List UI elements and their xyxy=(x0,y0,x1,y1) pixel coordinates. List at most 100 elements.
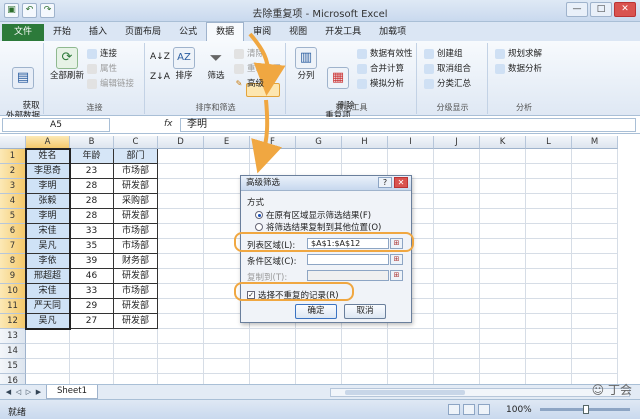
cell-j12[interactable] xyxy=(434,314,480,329)
cell-a5[interactable]: 李明 xyxy=(26,209,70,224)
cell-i15[interactable] xyxy=(388,359,434,374)
cell-a1[interactable]: 姓名 xyxy=(26,149,70,164)
ungroup-button[interactable]: 取消组合 xyxy=(424,63,471,75)
cell-i16[interactable] xyxy=(388,374,434,384)
cell-c16[interactable] xyxy=(114,374,158,384)
cell-f14[interactable] xyxy=(250,344,296,359)
formula-input[interactable]: 李明 xyxy=(180,118,636,132)
page-layout-view-icon[interactable] xyxy=(463,404,475,415)
cell-c8[interactable]: 财务部 xyxy=(114,254,158,269)
cell-m9[interactable] xyxy=(572,269,618,284)
row-header-13[interactable]: 13 xyxy=(0,329,26,344)
column-header-h[interactable]: H xyxy=(342,136,388,149)
cell-f1[interactable] xyxy=(250,149,296,164)
cell-i13[interactable] xyxy=(388,329,434,344)
tab-home[interactable]: 开始 xyxy=(44,24,80,41)
column-header-l[interactable]: L xyxy=(526,136,572,149)
prev-sheet-icon[interactable]: ◁ xyxy=(14,387,23,397)
row-header-2[interactable]: 2 xyxy=(0,164,26,179)
cell-a7[interactable]: 吴凡 xyxy=(26,239,70,254)
cell-l9[interactable] xyxy=(526,269,572,284)
cell-j10[interactable] xyxy=(434,284,480,299)
ok-button[interactable]: 确定 xyxy=(295,304,337,319)
first-sheet-icon[interactable]: ◀ xyxy=(4,387,13,397)
cell-m3[interactable] xyxy=(572,179,618,194)
cell-l11[interactable] xyxy=(526,299,572,314)
cell-d4[interactable] xyxy=(158,194,204,209)
cell-e15[interactable] xyxy=(204,359,250,374)
row-header-16[interactable]: 16 xyxy=(0,374,26,384)
cell-a11[interactable]: 严天同 xyxy=(26,299,70,314)
copy-to-picker-icon[interactable]: ⊞ xyxy=(390,270,403,281)
cell-m12[interactable] xyxy=(572,314,618,329)
cell-f13[interactable] xyxy=(250,329,296,344)
cell-m4[interactable] xyxy=(572,194,618,209)
cell-i1[interactable] xyxy=(388,149,434,164)
column-header-b[interactable]: B xyxy=(70,136,114,149)
row-header-8[interactable]: 8 xyxy=(0,254,26,269)
checkbox-checked-icon[interactable]: ✓ xyxy=(247,291,255,299)
maximize-button[interactable]: □ xyxy=(590,2,612,17)
cell-d8[interactable] xyxy=(158,254,204,269)
cell-j2[interactable] xyxy=(434,164,480,179)
cell-a15[interactable] xyxy=(26,359,70,374)
cell-b3[interactable]: 28 xyxy=(70,179,114,194)
cell-c11[interactable]: 研发部 xyxy=(114,299,158,314)
cell-h16[interactable] xyxy=(342,374,388,384)
cell-d2[interactable] xyxy=(158,164,204,179)
cell-d1[interactable] xyxy=(158,149,204,164)
subtotal-button[interactable]: 分类汇总 xyxy=(424,78,471,90)
cell-a6[interactable]: 宋佳 xyxy=(26,224,70,239)
cell-m2[interactable] xyxy=(572,164,618,179)
option-copy-to[interactable]: 将筛选结果复制到其他位置(O) xyxy=(255,221,381,233)
cell-m8[interactable] xyxy=(572,254,618,269)
fx-icon[interactable]: fx xyxy=(164,119,173,129)
column-header-k[interactable]: K xyxy=(480,136,526,149)
data-validation-button[interactable]: 数据有效性 xyxy=(357,48,413,60)
cell-a4[interactable]: 张毅 xyxy=(26,194,70,209)
column-header-f[interactable]: F xyxy=(250,136,296,149)
cell-l13[interactable] xyxy=(526,329,572,344)
select-all-corner[interactable] xyxy=(0,136,26,149)
cell-m13[interactable] xyxy=(572,329,618,344)
cell-j9[interactable] xyxy=(434,269,480,284)
cell-e16[interactable] xyxy=(204,374,250,384)
cell-d5[interactable] xyxy=(158,209,204,224)
cell-d7[interactable] xyxy=(158,239,204,254)
cell-l2[interactable] xyxy=(526,164,572,179)
cell-l5[interactable] xyxy=(526,209,572,224)
scroll-thumb[interactable] xyxy=(345,390,465,395)
next-sheet-icon[interactable]: ▷ xyxy=(24,387,33,397)
cell-j11[interactable] xyxy=(434,299,480,314)
cell-j16[interactable] xyxy=(434,374,480,384)
cell-g14[interactable] xyxy=(296,344,342,359)
cell-a3[interactable]: 李明 xyxy=(26,179,70,194)
cell-k4[interactable] xyxy=(480,194,526,209)
column-header-e[interactable]: E xyxy=(204,136,250,149)
clear-button[interactable]: 清除 xyxy=(234,48,264,60)
cell-d10[interactable] xyxy=(158,284,204,299)
redo-icon[interactable]: ↷ xyxy=(40,3,55,18)
close-button[interactable]: ✕ xyxy=(614,2,636,17)
cell-a16[interactable] xyxy=(26,374,70,384)
cell-b8[interactable]: 39 xyxy=(70,254,114,269)
tab-file[interactable]: 文件 xyxy=(2,24,45,41)
cell-m1[interactable] xyxy=(572,149,618,164)
cell-b9[interactable]: 46 xyxy=(70,269,114,284)
zoom-knob[interactable] xyxy=(583,405,589,414)
cell-l4[interactable] xyxy=(526,194,572,209)
normal-view-icon[interactable] xyxy=(448,404,460,415)
cell-c1[interactable]: 部门 xyxy=(114,149,158,164)
cell-k15[interactable] xyxy=(480,359,526,374)
cell-l16[interactable] xyxy=(526,374,572,384)
cell-k2[interactable] xyxy=(480,164,526,179)
cell-b15[interactable] xyxy=(70,359,114,374)
cell-d3[interactable] xyxy=(158,179,204,194)
cell-a2[interactable]: 李思奇 xyxy=(26,164,70,179)
cell-j13[interactable] xyxy=(434,329,480,344)
properties-button[interactable]: 属性 xyxy=(87,63,117,75)
zoom-level[interactable]: 100% xyxy=(506,405,532,415)
cell-c3[interactable]: 研发部 xyxy=(114,179,158,194)
cell-j4[interactable] xyxy=(434,194,480,209)
cell-c10[interactable]: 市场部 xyxy=(114,284,158,299)
